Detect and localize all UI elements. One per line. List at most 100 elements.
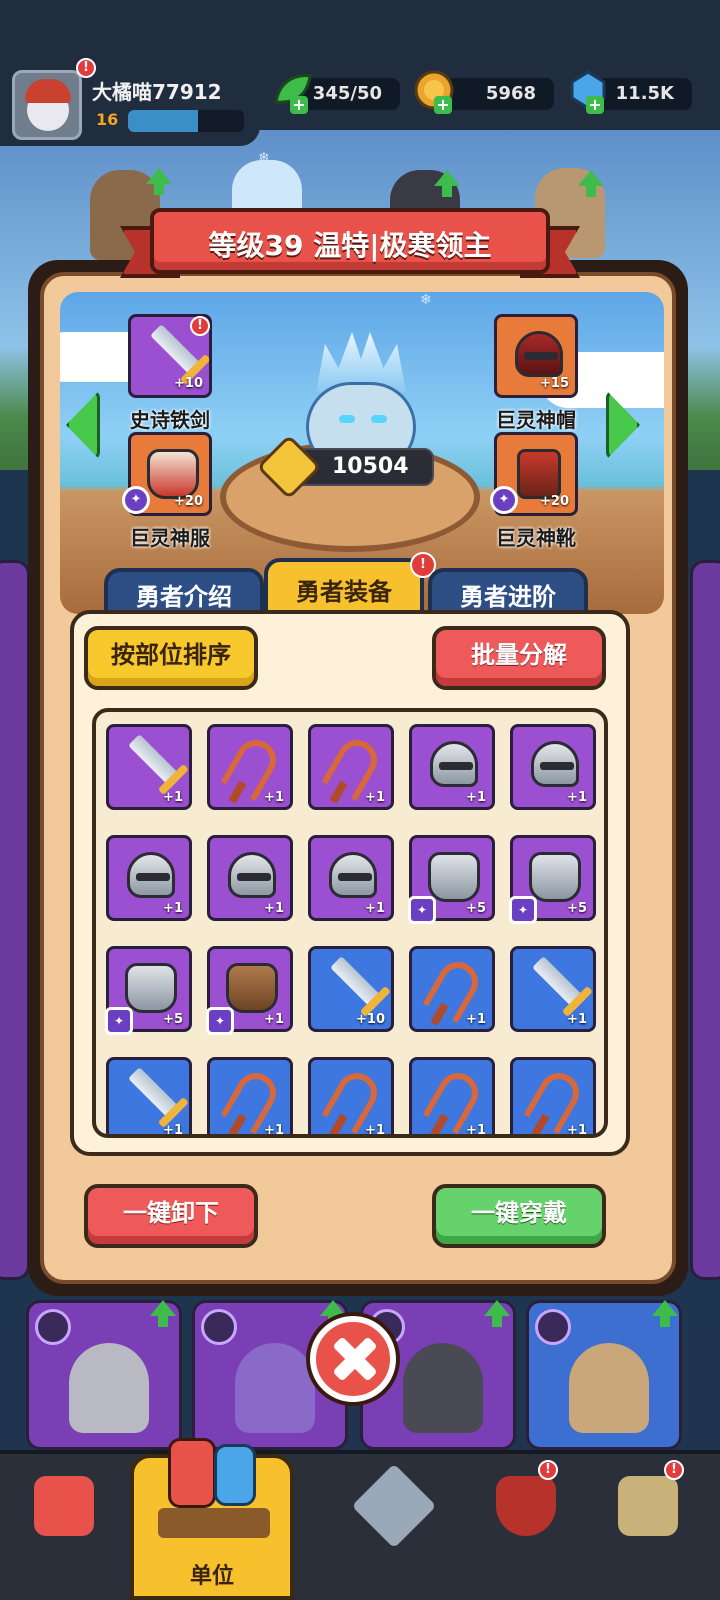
item-level: +1 — [466, 1123, 486, 1138]
sort-by-slot-button[interactable]: 按部位排序 — [84, 626, 258, 690]
nav-map-button[interactable] — [608, 1466, 688, 1566]
inventory-item[interactable]: +1 — [106, 835, 192, 921]
inventory-item[interactable]: +1 — [106, 724, 192, 810]
inventory-item[interactable]: +1 — [308, 1057, 394, 1138]
armor-icon — [147, 449, 199, 499]
item-level: +1 — [264, 1123, 284, 1138]
hero-portrait — [69, 1343, 149, 1433]
close-icon[interactable] — [310, 1316, 396, 1402]
player-level: 16 — [96, 110, 119, 129]
crossed-swords-icon — [351, 1463, 437, 1549]
boots-icon — [517, 449, 561, 499]
hero-portrait — [403, 1343, 483, 1433]
inventory-item[interactable]: +1 — [207, 1057, 293, 1138]
nav-ship-button[interactable] — [486, 1466, 566, 1566]
upgrade-arrow-icon — [434, 170, 460, 197]
equipped-helmet-label: 巨灵神帽 — [496, 408, 576, 432]
avatar-notification-badge: ! — [76, 58, 96, 78]
inventory-item[interactable]: +10 — [308, 946, 394, 1032]
item-level: +1 — [163, 790, 183, 805]
units-icon-base — [158, 1508, 270, 1538]
add-gems-button[interactable]: + — [586, 96, 604, 114]
leather-icon — [226, 963, 278, 1013]
map-icon — [618, 1476, 678, 1536]
equipped-weapon-level: +10 — [174, 376, 203, 391]
hero-title: 等级39 温特|极寒领主 — [208, 229, 492, 262]
equipped-boots-level: +20 — [540, 494, 569, 509]
item-level: +10 — [356, 1012, 385, 1027]
upgrade-arrow-icon — [484, 1300, 510, 1327]
inventory-item[interactable]: +1 ✦ — [206, 946, 293, 1035]
ship-alert-badge: ! — [538, 1460, 558, 1480]
set-bonus-icon: ✦ — [105, 1007, 133, 1035]
item-level: +1 — [466, 790, 486, 805]
set-bonus-icon: ✦ — [122, 486, 150, 514]
item-level: +1 — [466, 1012, 486, 1027]
set-bonus-icon: ✦ — [509, 896, 537, 924]
upgrade-arrow-icon — [320, 1300, 346, 1327]
sword-icon — [532, 956, 586, 1010]
inventory-item[interactable]: +5 ✦ — [105, 946, 192, 1035]
upgrade-arrow-icon — [150, 1300, 176, 1327]
armor-icon — [125, 963, 177, 1013]
nav-units-button[interactable]: 单位 — [130, 1438, 294, 1600]
hero-power: 10504 — [256, 434, 434, 500]
player-xp-bar — [128, 110, 244, 132]
hero-power-value: 10504 — [332, 454, 409, 479]
batch-decompose-button[interactable]: 批量分解 — [432, 626, 606, 690]
inventory-item[interactable]: +1 — [510, 946, 596, 1032]
item-level: +1 — [365, 1123, 385, 1138]
water-element-icon — [201, 1309, 237, 1345]
inventory-item[interactable]: +1 — [510, 1057, 596, 1138]
inventory-item[interactable]: +1 — [308, 835, 394, 921]
hero-title-ribbon: 等级39 温特|极寒领主 — [120, 208, 580, 282]
equipped-helmet-slot[interactable]: +15 — [494, 314, 578, 398]
weapon-alert-badge: ! — [190, 316, 210, 336]
helmet-icon — [228, 852, 276, 898]
inventory-item[interactable]: +5 ✦ — [509, 835, 596, 924]
upgrade-arrow-icon — [578, 170, 604, 197]
player-avatar[interactable] — [12, 70, 82, 140]
sword-icon — [330, 956, 384, 1010]
gems-counter[interactable]: 11.5K — [596, 78, 692, 110]
nav-home-button[interactable] — [24, 1466, 104, 1566]
helmet-icon — [515, 331, 563, 377]
inventory-item[interactable]: +1 — [207, 724, 293, 810]
inventory-grid[interactable]: +1 +1 +1 +1 +1 +1 +1 +1 +5 ✦ +5 ✦ +5 ✦ +1 ✦ +10 +1 +1 +1 +1 +… — [92, 708, 608, 1138]
inventory-item[interactable]: +1 — [409, 1057, 495, 1138]
inventory-item[interactable]: +5 ✦ — [408, 835, 495, 924]
nav-battle-button[interactable] — [351, 1463, 437, 1566]
avatar-helmet — [25, 79, 71, 103]
item-level: +1 — [567, 790, 587, 805]
player-xp-fill — [128, 110, 198, 132]
energy-counter[interactable]: 345/50 — [300, 78, 400, 110]
hero-card[interactable] — [526, 1300, 682, 1450]
sword-icon — [128, 734, 182, 788]
add-coins-button[interactable]: + — [434, 96, 452, 114]
coins-counter[interactable]: 5968 — [440, 78, 554, 110]
add-energy-button[interactable]: + — [290, 96, 308, 114]
item-level: +1 — [163, 1123, 183, 1138]
snowflake-icon: ❄ — [420, 292, 432, 308]
inventory-item[interactable]: +1 — [207, 835, 293, 921]
item-level: +5 — [567, 901, 587, 916]
armor-icon — [428, 852, 480, 902]
ship-icon — [496, 1476, 556, 1536]
equip-all-button[interactable]: 一键穿戴 — [432, 1184, 606, 1248]
unequip-all-button[interactable]: 一键卸下 — [84, 1184, 258, 1248]
equipped-armor-label: 巨灵神服 — [130, 526, 210, 550]
inventory-item[interactable]: +1 — [308, 724, 394, 810]
item-level: +1 — [264, 790, 284, 805]
earth-element-icon — [535, 1309, 571, 1345]
snowflake-icon: ❄ — [258, 150, 270, 166]
fire-element-icon — [35, 1309, 71, 1345]
armor-icon — [529, 852, 581, 902]
inventory-item[interactable]: +1 — [409, 946, 495, 1032]
units-icon — [214, 1444, 256, 1506]
item-level: +1 — [567, 1123, 587, 1138]
inventory-item[interactable]: +1 — [409, 724, 495, 810]
upgrade-arrow-icon — [146, 168, 172, 195]
inventory-item[interactable]: +1 — [510, 724, 596, 810]
inventory-item[interactable]: +1 — [106, 1057, 192, 1138]
helmet-icon — [430, 741, 478, 787]
